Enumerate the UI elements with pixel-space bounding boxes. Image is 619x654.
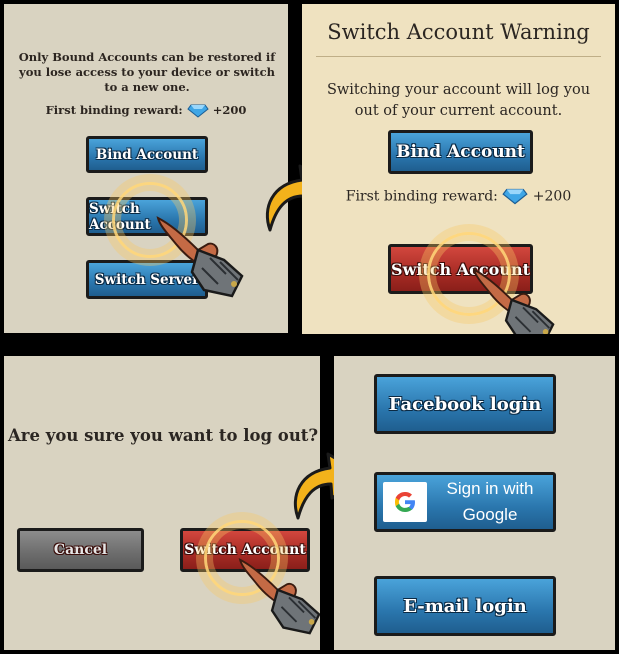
switch-account-button[interactable]: Switch Account	[388, 244, 533, 294]
google-button-text: Sign in with Google	[427, 476, 553, 528]
panel-account-settings: Only Bound Accounts can be restored if y…	[4, 4, 288, 333]
gem-icon	[502, 188, 528, 205]
warning-message: Switching your account will log you out …	[326, 82, 591, 119]
bind-account-button[interactable]: Bind Account	[86, 136, 208, 173]
google-sign-in-button[interactable]: Sign in with Google	[374, 472, 556, 532]
reward-row: First binding reward: +200	[302, 188, 615, 205]
panel-logout-confirm: Are you sure you want to log out? Cancel…	[4, 356, 320, 650]
bind-account-button[interactable]: Bind Account	[388, 130, 533, 174]
reward-label: First binding reward:	[45, 103, 183, 117]
reward-label: First binding reward:	[345, 188, 498, 205]
reward-amount: +200	[212, 103, 247, 117]
panel-login-options: Facebook login Sign in with Google E-mai…	[334, 356, 615, 650]
reward-row: First binding reward: +200	[4, 103, 288, 118]
switch-account-button[interactable]: Switch Account	[180, 528, 310, 572]
header-divider	[316, 56, 601, 57]
google-button-line1: Sign in with	[446, 479, 534, 498]
google-logo-box	[383, 482, 427, 522]
info-text: Only Bound Accounts can be restored if y…	[18, 50, 276, 94]
switch-server-button[interactable]: Switch Server	[86, 260, 208, 299]
dialog-title: Switch Account Warning	[327, 20, 590, 44]
switch-account-button[interactable]: Switch Account	[86, 197, 208, 236]
cancel-button[interactable]: Cancel	[17, 528, 144, 572]
google-button-line2: Google	[462, 505, 518, 524]
logout-question: Are you sure you want to log out?	[8, 426, 319, 445]
facebook-login-button[interactable]: Facebook login	[374, 374, 556, 434]
panel-switch-warning: Switch Account Warning Switching your ac…	[302, 4, 615, 334]
email-login-button[interactable]: E-mail login	[374, 576, 556, 636]
gem-icon	[186, 104, 209, 118]
google-g-icon	[395, 492, 415, 512]
reward-amount: +200	[532, 188, 572, 205]
